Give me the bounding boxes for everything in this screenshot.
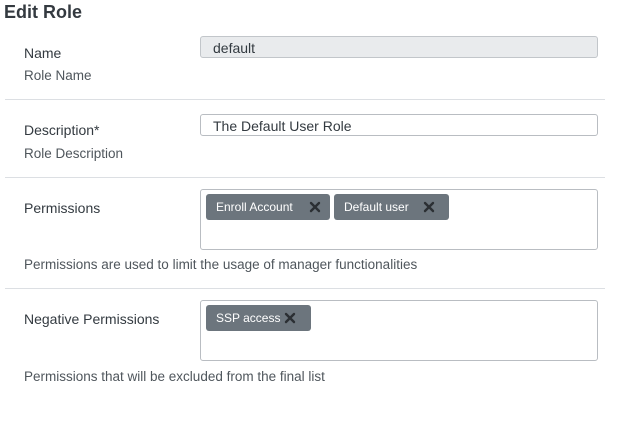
permission-tag-label: Default user	[344, 200, 409, 214]
page-title: Edit Role	[4, 2, 83, 22]
description-label: Description*	[24, 122, 100, 138]
description-field[interactable]	[200, 114, 598, 136]
close-icon[interactable]	[284, 312, 296, 324]
description-sublabel: Role Description	[24, 146, 124, 161]
permission-tag: Enroll Account	[206, 194, 330, 220]
divider	[5, 177, 605, 178]
permissions-tag-input[interactable]: Enroll Account Default user	[200, 189, 598, 250]
negative-permissions-help-text: Permissions that will be excluded from t…	[24, 369, 325, 384]
permissions-help-text: Permissions are used to limit the usage …	[24, 257, 418, 272]
negative-permission-tag-label: SSP access	[216, 311, 281, 325]
edit-role-form: Edit Role Name Role Name Description* Ro…	[0, 0, 621, 424]
permission-tag: Default user	[334, 194, 449, 220]
name-sublabel: Role Name	[24, 68, 92, 83]
close-icon[interactable]	[309, 201, 321, 213]
permissions-label: Permissions	[24, 200, 101, 216]
negative-permission-tag: SSP access	[206, 305, 311, 331]
negative-permissions-tag-input[interactable]: SSP access	[200, 300, 598, 361]
divider	[5, 288, 605, 289]
divider	[5, 99, 605, 100]
negative-permissions-label: Negative Permissions	[24, 311, 160, 327]
name-field[interactable]	[200, 36, 598, 58]
name-label: Name	[24, 45, 62, 61]
permission-tag-label: Enroll Account	[216, 200, 293, 214]
close-icon[interactable]	[423, 201, 435, 213]
